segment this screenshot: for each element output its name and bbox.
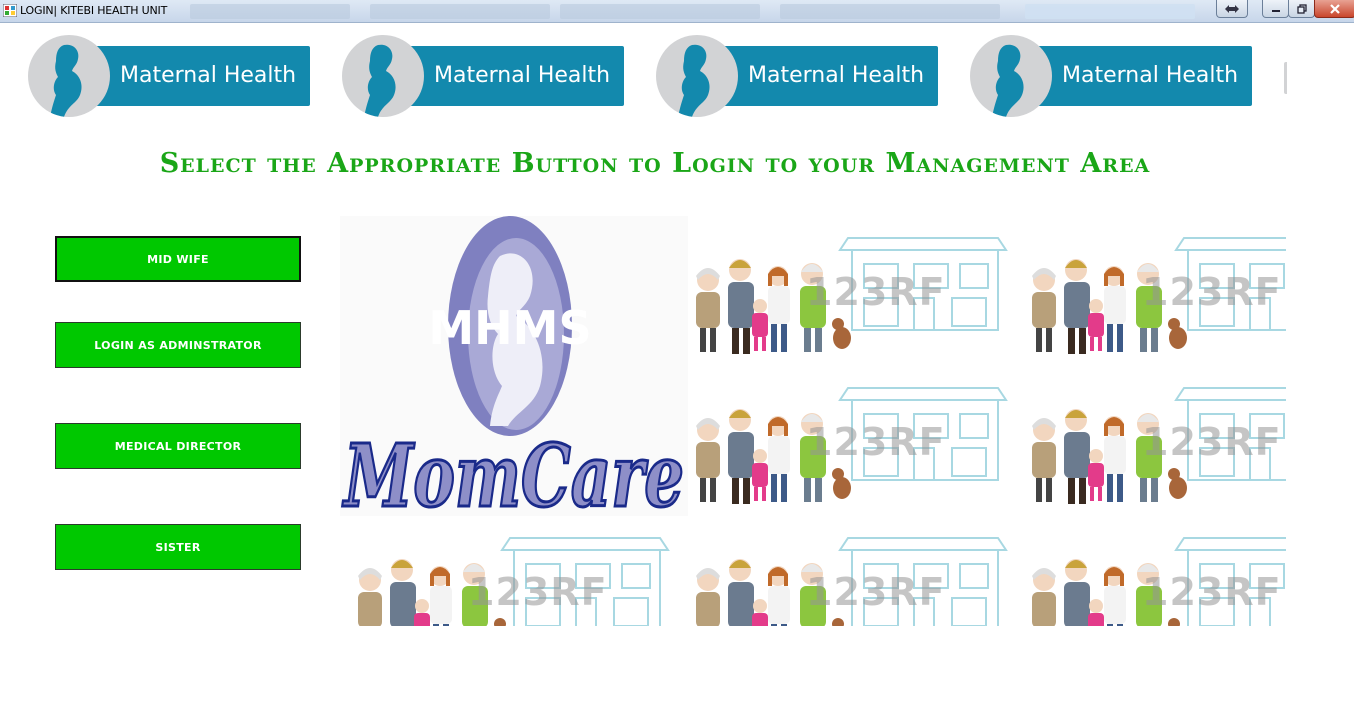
pregnant-woman-icon [992, 44, 1024, 117]
resize-icon [1225, 4, 1239, 13]
watermark-text: 123RF [806, 270, 946, 314]
banner-label: Maternal Health [120, 63, 297, 88]
close-icon [1330, 3, 1340, 14]
pregnant-woman-icon [678, 44, 710, 117]
family-house-tile: 123RF [1024, 216, 1286, 366]
maximize-icon [1296, 3, 1307, 14]
window-title: LOGIN| KITEBI HEALTH UNIT [20, 4, 168, 17]
app-icon [3, 4, 17, 17]
page-heading: Select the Appropriate Button to Login t… [159, 148, 1151, 179]
picture-box: 123RF 123RF 123RF 123RF 123RF 123RF 123R… [340, 216, 1286, 626]
medical-director-login-button[interactable]: MEDICAL DIRECTOR [55, 423, 301, 469]
pregnant-woman-icon [364, 44, 396, 117]
family-house-tile: 123RF [688, 216, 1024, 366]
title-bar: LOGIN| KITEBI HEALTH UNIT [0, 0, 1354, 23]
resize-button[interactable] [1216, 0, 1248, 18]
momcare-logo-graphic: MHMS MomCare [340, 216, 686, 529]
family-house-tile: 123RF [688, 366, 1024, 516]
taskbar-blur [560, 4, 760, 19]
logo-bottom-text: MomCare [342, 426, 684, 516]
close-button[interactable] [1314, 0, 1354, 18]
banner-label: Maternal Health [748, 63, 925, 88]
minimize-button[interactable] [1262, 0, 1289, 18]
momcare-logo: MHMS MomCare [340, 216, 688, 529]
banner-label: Maternal Health [1062, 63, 1239, 88]
taskbar-blur [780, 4, 1000, 19]
administrator-login-button[interactable]: LOGIN AS ADMINSTRATOR [55, 322, 301, 368]
maternal-health-banner: Maternal Health [970, 35, 1252, 119]
watermark-text: 123RF [468, 570, 608, 614]
maximize-button[interactable] [1288, 0, 1315, 18]
watermark-text: 123RF [1142, 270, 1282, 314]
taskbar-blur [370, 4, 550, 19]
family-house-tile: 123RF [350, 516, 686, 626]
logo-top-text: MHMS [428, 301, 591, 355]
maternal-health-banner: Maternal Health [342, 35, 624, 119]
taskbar-blur [1025, 4, 1195, 19]
banner-label: Maternal Health [434, 63, 611, 88]
family-house-tile: 123RF [1024, 516, 1286, 626]
watermark-text: 123RF [1142, 420, 1282, 464]
maternal-health-banner: Maternal Health [28, 35, 310, 119]
banner-edge [1284, 62, 1287, 94]
minimize-icon [1271, 9, 1280, 12]
family-house-tile: 123RF [688, 516, 1024, 626]
watermark-text: 123RF [1142, 570, 1282, 614]
family-house-tile: 123RF [1024, 366, 1286, 516]
taskbar-blur [190, 4, 350, 19]
sister-login-button[interactable]: SISTER [55, 524, 301, 570]
pregnant-woman-icon [50, 44, 82, 117]
watermark-text: 123RF [806, 570, 946, 614]
maternal-health-banner: Maternal Health [656, 35, 938, 119]
midwife-login-button[interactable]: MID WIFE [55, 236, 301, 282]
watermark-text: 123RF [806, 420, 946, 464]
